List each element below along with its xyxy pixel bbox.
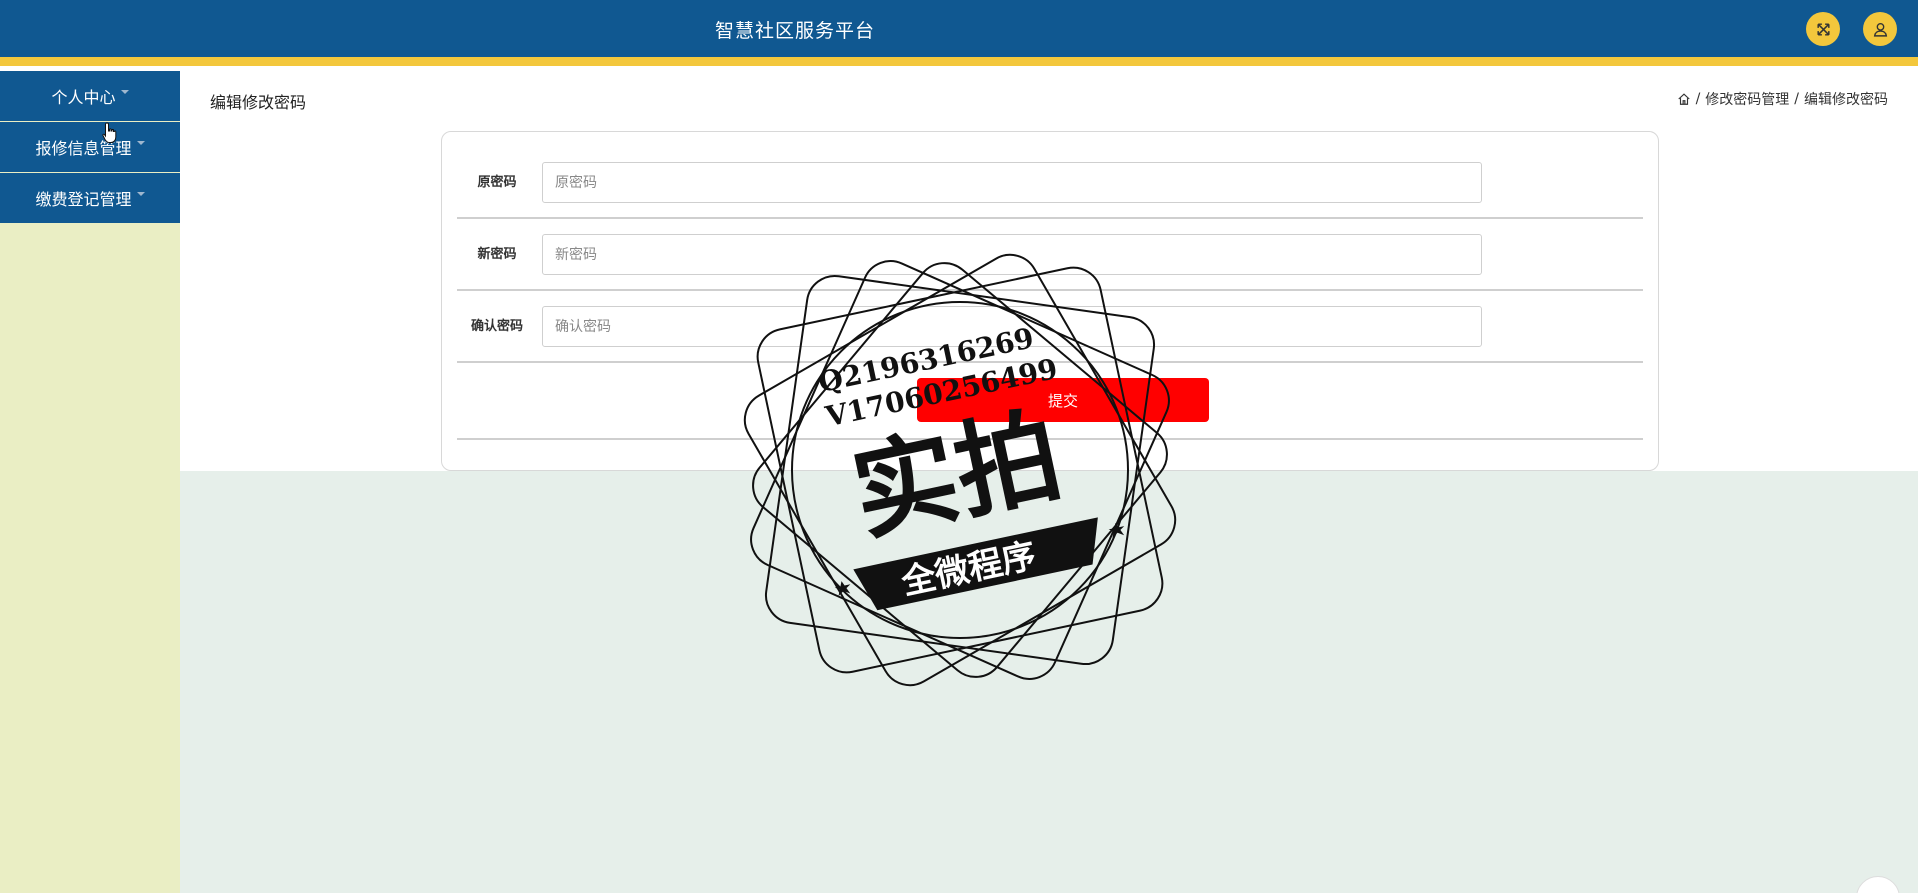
form-row-old-password: 原密码 (457, 147, 1643, 219)
field-label: 新密码 (477, 247, 517, 262)
expand-icon (1816, 22, 1830, 36)
home-icon[interactable] (1677, 92, 1691, 106)
breadcrumb-separator: / (1695, 91, 1701, 107)
caret-down-icon (136, 192, 145, 196)
form-row-actions: 提交 (457, 363, 1643, 440)
breadcrumb-item-edit-password: 编辑修改密码 (1804, 92, 1888, 108)
hand-cursor-icon (102, 122, 117, 143)
submit-button[interactable]: 提交 (917, 378, 1209, 422)
form-row-new-password: 新密码 (457, 219, 1643, 291)
breadcrumb-separator: / (1794, 91, 1799, 107)
password-form-card: 原密码 新密码 确认密码 提交 (441, 131, 1659, 471)
breadcrumb: / 修改密码管理 / 编辑修改密码 (1677, 89, 1888, 109)
breadcrumb-item-password-management[interactable]: 修改密码管理 (1705, 89, 1789, 109)
old-password-input[interactable] (542, 162, 1482, 203)
user-icon (1873, 22, 1887, 37)
form-row-confirm-password: 确认密码 (457, 291, 1643, 363)
sidebar-item-personal-center[interactable]: 个人中心 (0, 71, 180, 121)
page-title: 编辑修改密码 (210, 93, 307, 112)
fullscreen-button[interactable] (1806, 12, 1840, 46)
confirm-password-input[interactable] (542, 306, 1482, 347)
top-header: 智慧社区服务平台 (0, 0, 1918, 57)
user-menu-button[interactable] (1863, 12, 1897, 46)
caret-down-icon (120, 90, 129, 94)
sidebar-item-label: 个人中心 (51, 88, 116, 107)
sidebar-item-payment-registration[interactable]: 缴费登记管理 (0, 173, 180, 223)
main-content: 编辑修改密码 / 修改密码管理 / 编辑修改密码 原密码 新密码 确认密码 提交 (180, 71, 1918, 893)
sidebar: 个人中心 报修信息管理 缴费登记管理 (0, 71, 180, 893)
field-label: 原密码 (477, 175, 517, 190)
caret-down-icon (136, 141, 145, 145)
app-title: 智慧社区服务平台 (714, 20, 875, 42)
new-password-input[interactable] (542, 234, 1482, 275)
sidebar-item-label: 缴费登记管理 (35, 190, 132, 209)
header-accent-stripe (0, 57, 1918, 66)
field-label: 确认密码 (470, 319, 523, 334)
content-panel: 编辑修改密码 / 修改密码管理 / 编辑修改密码 原密码 新密码 确认密码 提交 (180, 71, 1918, 471)
sidebar-item-repair-info[interactable]: 报修信息管理 (0, 122, 180, 172)
